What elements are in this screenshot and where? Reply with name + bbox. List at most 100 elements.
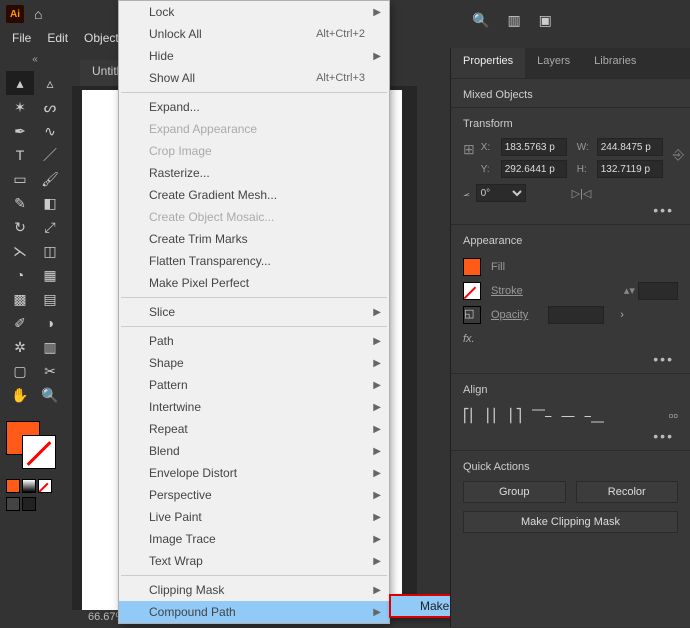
recolor-button[interactable]: Recolor — [576, 481, 679, 503]
menu-live-paint[interactable]: Live Paint▶ — [119, 506, 389, 528]
angle-select[interactable]: 0° — [476, 184, 526, 202]
tab-layers[interactable]: Layers — [525, 48, 582, 78]
color-mode-swatch[interactable] — [6, 479, 20, 493]
x-input[interactable] — [501, 138, 567, 156]
eraser-tool[interactable]: ◧ — [36, 191, 64, 215]
group-button[interactable]: Group — [463, 481, 566, 503]
gradient-tool[interactable]: ▤ — [36, 287, 64, 311]
menu-lock[interactable]: Lock▶ — [119, 1, 389, 23]
zoom-tool[interactable]: 🔍 — [36, 383, 64, 407]
width-tool[interactable]: ⋋ — [6, 239, 34, 263]
menu-create-trim-marks[interactable]: Create Trim Marks — [119, 228, 389, 250]
lasso-tool[interactable]: ᔕ — [36, 95, 64, 119]
menu-file[interactable]: File — [4, 29, 39, 47]
menu-perspective[interactable]: Perspective▶ — [119, 484, 389, 506]
menu-unlock-all[interactable]: Unlock AllAlt+Ctrl+2 — [119, 23, 389, 45]
fill-swatch-button[interactable] — [463, 258, 481, 276]
tab-properties[interactable]: Properties — [451, 48, 525, 78]
rectangle-tool[interactable]: ▭ — [6, 167, 34, 191]
stroke-label[interactable]: Stroke — [491, 285, 523, 297]
paintbrush-tool[interactable]: 🖌 — [36, 167, 64, 191]
align-left-icon[interactable]: ⎡⎢ — [463, 408, 476, 424]
more-options-icon[interactable]: ••• — [463, 428, 678, 444]
align-vcenter-icon[interactable]: ⎯⎯ — [562, 408, 575, 424]
w-input[interactable] — [597, 138, 663, 156]
stroke-weight-stepper[interactable]: ▴▾ — [624, 282, 678, 300]
rotate-tool[interactable]: ↻ — [6, 215, 34, 239]
menu-show-all[interactable]: Show AllAlt+Ctrl+3 — [119, 67, 389, 89]
menu-edit[interactable]: Edit — [39, 29, 76, 47]
selection-tool[interactable]: ▴ — [6, 71, 34, 95]
screen-mode-normal[interactable] — [6, 497, 20, 511]
menu-compound-path[interactable]: Compound Path▶ — [119, 601, 389, 623]
slice-tool[interactable]: ✂ — [36, 359, 64, 383]
perspective-grid-tool[interactable]: ▦ — [36, 263, 64, 287]
shaper-tool[interactable]: ✎ — [6, 191, 34, 215]
menu-create-object-mosaic: Create Object Mosaic... — [119, 206, 389, 228]
more-options-icon[interactable]: ••• — [463, 202, 678, 218]
flip-horizontal-icon[interactable]: ▷|◁ — [572, 187, 592, 200]
reference-point-icon[interactable]: ⊞ — [463, 138, 475, 160]
stroke-swatch[interactable] — [22, 435, 56, 469]
align-right-icon[interactable]: ⎢⎤ — [509, 408, 522, 424]
home-icon[interactable]: ⌂ — [34, 6, 42, 22]
magic-wand-tool[interactable]: ✶ — [6, 95, 34, 119]
line-tool[interactable]: ／ — [36, 143, 64, 167]
menu-rasterize[interactable]: Rasterize... — [119, 162, 389, 184]
menu-intertwine[interactable]: Intertwine▶ — [119, 396, 389, 418]
menu-envelope-distort[interactable]: Envelope Distort▶ — [119, 462, 389, 484]
align-top-icon[interactable]: ⎺⎯ — [532, 408, 552, 424]
graph-tool[interactable]: ▥ — [36, 335, 64, 359]
mesh-tool[interactable]: ▩ — [6, 287, 34, 311]
fill-stroke-indicator[interactable] — [6, 421, 56, 511]
menu-image-trace[interactable]: Image Trace▶ — [119, 528, 389, 550]
align-hcenter-icon[interactable]: ⎢⎢ — [486, 408, 499, 424]
shape-builder-tool[interactable]: ◔ — [6, 263, 34, 287]
artboard-tool[interactable]: ▢ — [6, 359, 34, 383]
more-options-icon[interactable]: ••• — [463, 351, 678, 367]
menu-shape[interactable]: Shape▶ — [119, 352, 389, 374]
menu-clipping-mask[interactable]: Clipping Mask▶ — [119, 579, 389, 601]
pen-tool[interactable]: ✒ — [6, 119, 34, 143]
stroke-swatch-button[interactable] — [463, 282, 481, 300]
symbol-sprayer-tool[interactable]: ✲ — [6, 335, 34, 359]
type-tool[interactable]: T — [6, 143, 34, 167]
menu-make-pixel-perfect[interactable]: Make Pixel Perfect — [119, 272, 389, 294]
screen-mode-full[interactable] — [22, 497, 36, 511]
gradient-mode-swatch[interactable] — [22, 479, 36, 493]
workspace-icon[interactable]: ▣ — [539, 12, 552, 29]
fx-label[interactable]: fx. — [463, 327, 678, 351]
menu-create-gradient-mesh[interactable]: Create Gradient Mesh... — [119, 184, 389, 206]
menu-text-wrap[interactable]: Text Wrap▶ — [119, 550, 389, 572]
scale-tool[interactable]: ⤢ — [36, 215, 64, 239]
h-input[interactable] — [597, 160, 663, 178]
menu-path[interactable]: Path▶ — [119, 330, 389, 352]
direct-selection-tool[interactable]: ▵ — [36, 71, 64, 95]
toolbar-toggle-icon[interactable]: « — [0, 54, 70, 65]
menu-expand[interactable]: Expand... — [119, 96, 389, 118]
menu-hide[interactable]: Hide▶ — [119, 45, 389, 67]
hand-tool[interactable]: ✋ — [6, 383, 34, 407]
constrain-proportions-icon[interactable]: ⎆ — [673, 138, 684, 163]
none-mode-swatch[interactable] — [38, 479, 52, 493]
tab-libraries[interactable]: Libraries — [582, 48, 648, 78]
menu-pattern[interactable]: Pattern▶ — [119, 374, 389, 396]
menu-repeat[interactable]: Repeat▶ — [119, 418, 389, 440]
align-bottom-icon[interactable]: ⎯⎽ — [585, 408, 605, 424]
curvature-tool[interactable]: ∿ — [36, 119, 64, 143]
opacity-label[interactable]: Opacity — [491, 309, 528, 321]
arrange-docs-icon[interactable]: ▥ — [507, 12, 520, 29]
menu-slice[interactable]: Slice▶ — [119, 301, 389, 323]
eyedropper-tool[interactable]: ✐ — [6, 311, 34, 335]
chevron-right-icon[interactable]: › — [620, 309, 624, 321]
align-to-icon[interactable]: ▫▫ — [669, 408, 678, 424]
opacity-swatch-button[interactable]: ◱ — [463, 306, 481, 324]
opacity-value[interactable] — [548, 306, 604, 324]
search-icon[interactable]: 🔍 — [472, 12, 489, 29]
make-clipping-mask-button[interactable]: Make Clipping Mask — [463, 511, 678, 533]
y-input[interactable] — [501, 160, 567, 178]
blend-tool[interactable]: ◑ — [36, 311, 64, 335]
menu-blend[interactable]: Blend▶ — [119, 440, 389, 462]
free-transform-tool[interactable]: ◫ — [36, 239, 64, 263]
menu-flatten-transparency[interactable]: Flatten Transparency... — [119, 250, 389, 272]
